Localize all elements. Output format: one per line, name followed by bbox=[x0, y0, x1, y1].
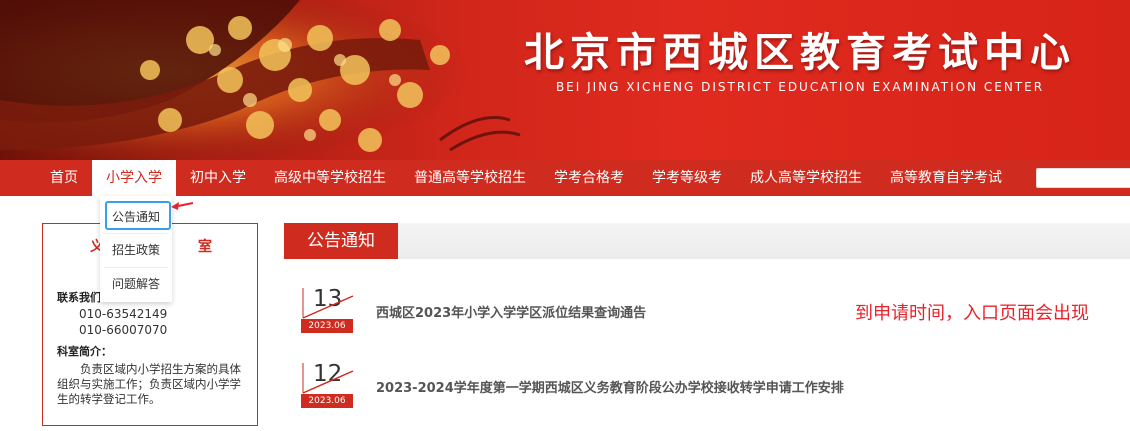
search-input[interactable] bbox=[1036, 168, 1130, 188]
dropdown-divider bbox=[104, 267, 168, 268]
phone-number: 010-63542149 bbox=[79, 307, 168, 321]
dropdown-item-policy[interactable]: 招生政策 bbox=[100, 235, 172, 265]
nav-item-primary-school[interactable]: 小学入学 bbox=[92, 160, 176, 196]
annotation-text: 到申请时间，入口页面会出现 bbox=[855, 303, 1089, 324]
intro-text: 负责区域内小学招生方案的具体组织与实施工作；负责区域内小学学生的转学登记工作。 bbox=[57, 362, 241, 406]
nav-item-self-study[interactable]: 高等教育自学考试 bbox=[876, 160, 1016, 196]
news-title-link[interactable]: 西城区2023年小学入学学区派位结果查询通告 bbox=[376, 302, 646, 321]
section-title: 公告通知 bbox=[284, 223, 398, 259]
nav-dropdown-menu: 公告通知 招生政策 问题解答 bbox=[100, 196, 172, 302]
nav-item-academic-level[interactable]: 学考等级考 bbox=[638, 160, 736, 196]
nav-item-middle-school[interactable]: 初中入学 bbox=[176, 160, 260, 196]
section-header-bar bbox=[284, 223, 1130, 259]
contact-label: 联系我们 bbox=[57, 291, 101, 304]
news-date: 12 2023.06 bbox=[301, 361, 357, 413]
dropdown-item-faq[interactable]: 问题解答 bbox=[100, 269, 172, 299]
intro-label: 科室简介： bbox=[57, 345, 112, 358]
nav-item-adult-college[interactable]: 成人高等学校招生 bbox=[736, 160, 876, 196]
phone-number: 010-66007070 bbox=[79, 323, 168, 337]
nav-item-college[interactable]: 普通高等学校招生 bbox=[400, 160, 540, 196]
site-title: 北京市西城区教育考试中心 bbox=[524, 29, 1076, 76]
news-year-month: 2023.06 bbox=[301, 394, 353, 408]
pointer-arrow-icon bbox=[171, 202, 194, 210]
news-date: 13 2023.06 bbox=[301, 286, 357, 338]
page: 北京市西城区教育考试中心 BEI JING XICHENG DISTRICT E… bbox=[0, 0, 1130, 431]
title-block: 北京市西城区教育考试中心 BEI JING XICHENG DISTRICT E… bbox=[520, 29, 1080, 95]
site-subtitle: BEI JING XICHENG DISTRICT EDUCATION EXAM… bbox=[555, 80, 1045, 94]
header-banner: 北京市西城区教育考试中心 BEI JING XICHENG DISTRICT E… bbox=[0, 0, 1130, 160]
nav-item-high-school[interactable]: 高级中等学校招生 bbox=[260, 160, 400, 196]
dropdown-item-announcements[interactable]: 公告通知 bbox=[100, 202, 172, 232]
sidebar-title-right: 室 bbox=[198, 239, 212, 255]
date-slash-icon bbox=[302, 363, 354, 394]
news-title-link[interactable]: 2023-2024学年度第一学期西城区义务教育阶段公办学校接收转学申请工作安排 bbox=[376, 377, 844, 396]
dropdown-divider bbox=[104, 233, 168, 234]
date-slash-icon bbox=[302, 288, 354, 319]
nav-item-home[interactable]: 首页 bbox=[36, 160, 92, 196]
nav-item-academic-qualifying[interactable]: 学考合格考 bbox=[540, 160, 638, 196]
news-year-month: 2023.06 bbox=[301, 319, 353, 333]
main-nav: 首页 小学入学 初中入学 高级中等学校招生 普通高等学校招生 学考合格考 学考等… bbox=[0, 160, 1130, 196]
